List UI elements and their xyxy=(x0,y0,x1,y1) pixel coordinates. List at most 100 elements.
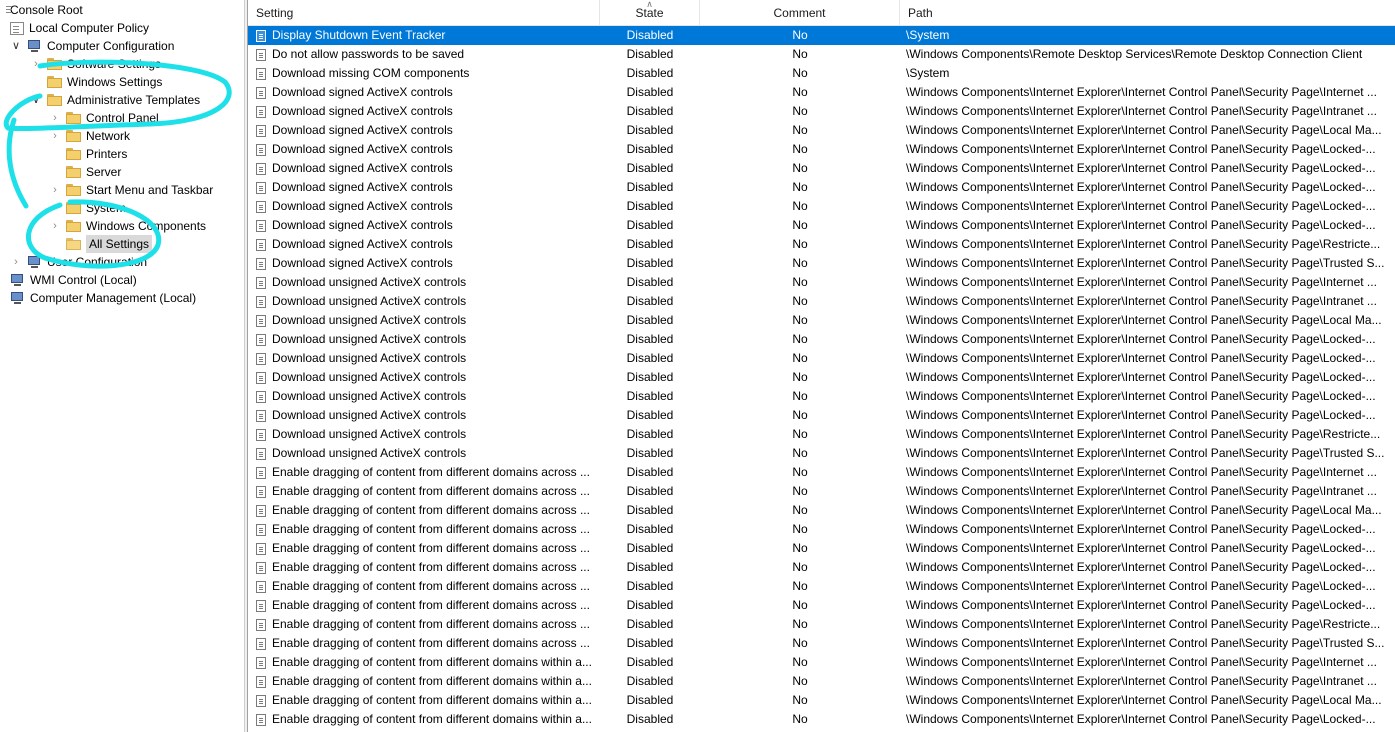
table-row[interactable]: Enable dragging of content from differen… xyxy=(248,691,1395,710)
state-cell: Disabled xyxy=(626,427,674,441)
tree-label: Software Settings xyxy=(67,57,162,71)
table-row[interactable]: Enable dragging of content from differen… xyxy=(248,596,1395,615)
state-cell: Disabled xyxy=(626,484,674,498)
column-header-path[interactable]: Path xyxy=(900,0,1395,25)
table-row[interactable]: Enable dragging of content from differen… xyxy=(248,463,1395,482)
tree-label: User Configuration xyxy=(47,255,148,269)
table-row[interactable]: Enable dragging of content from differen… xyxy=(248,558,1395,577)
table-row[interactable]: Download unsigned ActiveX controls Disabl… xyxy=(248,273,1395,292)
tree-item-user-configuration[interactable]: › User Configuration xyxy=(11,253,147,271)
table-row[interactable]: Download unsigned ActiveX controls Disabl… xyxy=(248,425,1395,444)
comment-cell: No xyxy=(792,180,808,194)
table-row[interactable]: Download signed ActiveX controls Disabled… xyxy=(248,140,1395,159)
setting-cell: Enable dragging of content from differen… xyxy=(256,710,600,729)
column-header-setting[interactable]: Setting xyxy=(248,0,600,25)
setting-name: Do not allow passwords to be saved xyxy=(272,47,465,61)
setting-name: Enable dragging of content from differen… xyxy=(272,712,592,726)
column-header-state[interactable]: ∧ State xyxy=(600,0,700,25)
chevron-right-icon[interactable]: › xyxy=(11,253,21,271)
state-cell: Disabled xyxy=(626,674,674,688)
table-row[interactable]: Download unsigned ActiveX controls Disabl… xyxy=(248,406,1395,425)
column-header-comment[interactable]: Comment xyxy=(700,0,900,25)
tree-item-console-root[interactable]: Console Root xyxy=(4,1,83,19)
table-row[interactable]: Download unsigned ActiveX controls Disabl… xyxy=(248,292,1395,311)
setting-name: Enable dragging of content from differen… xyxy=(272,484,590,498)
setting-name: Download unsigned ActiveX controls xyxy=(272,408,467,422)
tree-item-control-panel[interactable]: › Control Panel xyxy=(50,109,159,127)
table-row[interactable]: Enable dragging of content from differen… xyxy=(248,710,1395,729)
chevron-right-icon[interactable]: › xyxy=(50,217,60,235)
table-row[interactable]: Download signed ActiveX controls Disabled… xyxy=(248,216,1395,235)
setting-cell: Enable dragging of content from differen… xyxy=(256,596,600,615)
table-row[interactable]: Download unsigned ActiveX controls Disabl… xyxy=(248,330,1395,349)
tree-item-computer-management[interactable]: Computer Management (Local) xyxy=(10,289,196,307)
table-row[interactable]: Display Shutdown Event Tracker Disabled No… xyxy=(248,26,1395,45)
table-row[interactable]: Enable dragging of content from differen… xyxy=(248,577,1395,596)
path-cell: \Windows Components\Internet Explorer\In… xyxy=(906,294,1377,308)
table-row[interactable]: Enable dragging of content from differen… xyxy=(248,672,1395,691)
setting-cell: Download signed ActiveX controls xyxy=(256,216,600,235)
table-row[interactable]: Enable dragging of content from differen… xyxy=(248,539,1395,558)
path-cell: \Windows Components\Internet Explorer\In… xyxy=(906,522,1376,536)
path-cell: \Windows Components\Internet Explorer\In… xyxy=(906,351,1376,365)
table-row[interactable]: Download signed ActiveX controls Disabled… xyxy=(248,254,1395,273)
comment-cell: No xyxy=(792,370,808,384)
table-row[interactable]: Enable dragging of content from differen… xyxy=(248,501,1395,520)
setting-cell: Enable dragging of content from differen… xyxy=(256,691,600,710)
chevron-down-icon[interactable]: ∨ xyxy=(31,91,41,109)
tree-item-windows-components[interactable]: › Windows Components xyxy=(50,217,206,235)
table-row[interactable]: Do not allow passwords to be saved Disabl… xyxy=(248,45,1395,64)
chevron-right-icon[interactable]: › xyxy=(50,127,60,145)
tree-item-software-settings[interactable]: › Software Settings xyxy=(31,55,161,73)
setting-name: Download signed ActiveX controls xyxy=(272,85,453,99)
table-row[interactable]: Download unsigned ActiveX controls Disabl… xyxy=(248,349,1395,368)
table-row[interactable]: Download missing COM components Disabled N… xyxy=(248,64,1395,83)
setting-name: Enable dragging of content from differen… xyxy=(272,579,590,593)
table-row[interactable]: Enable dragging of content from differen… xyxy=(248,653,1395,672)
tree-item-server[interactable]: Server xyxy=(50,163,121,181)
chevron-down-icon[interactable]: ∨ xyxy=(11,37,21,55)
tree-item-printers[interactable]: Printers xyxy=(50,145,127,163)
policy-setting-icon xyxy=(256,618,266,631)
table-row[interactable]: Download signed ActiveX controls Disabled… xyxy=(248,159,1395,178)
table-row[interactable]: Download unsigned ActiveX controls Disabl… xyxy=(248,387,1395,406)
comment-cell: No xyxy=(792,674,808,688)
setting-name: Download signed ActiveX controls xyxy=(272,161,453,175)
path-cell: \Windows Components\Remote Desktop Servi… xyxy=(906,47,1363,61)
table-row[interactable]: Download signed ActiveX controls Disabled… xyxy=(248,197,1395,216)
tree-item-network[interactable]: › Network xyxy=(50,127,130,145)
tree-item-all-settings[interactable]: All Settings xyxy=(50,235,153,253)
table-row[interactable]: Download unsigned ActiveX controls Disabl… xyxy=(248,368,1395,387)
setting-cell: Download unsigned ActiveX controls xyxy=(256,406,600,425)
table-row[interactable]: Download signed ActiveX controls Disabled… xyxy=(248,235,1395,254)
table-row[interactable]: Enable dragging of content from differen… xyxy=(248,482,1395,501)
tree-item-administrative-templates[interactable]: ∨ Administrative Templates xyxy=(31,91,200,109)
table-row[interactable]: Enable dragging of content from differen… xyxy=(248,615,1395,634)
chevron-right-icon[interactable]: › xyxy=(50,181,60,199)
comment-cell: No xyxy=(792,294,808,308)
annotation-stroke-left xyxy=(6,117,29,209)
tree-item-windows-settings[interactable]: Windows Settings xyxy=(31,73,162,91)
table-row[interactable]: Download unsigned ActiveX controls Disabl… xyxy=(248,444,1395,463)
path-cell: \Windows Components\Internet Explorer\In… xyxy=(906,389,1376,403)
tree-item-system[interactable]: › System xyxy=(50,199,126,217)
table-row[interactable]: Download unsigned ActiveX controls Disabl… xyxy=(248,311,1395,330)
table-row[interactable]: Download signed ActiveX controls Disabled… xyxy=(248,178,1395,197)
tree-item-computer-configuration[interactable]: ∨ Computer Configuration xyxy=(11,37,174,55)
chevron-right-icon[interactable]: › xyxy=(31,55,41,73)
table-row[interactable]: Download signed ActiveX controls Disabled… xyxy=(248,102,1395,121)
table-row[interactable]: Enable dragging of content from differen… xyxy=(248,634,1395,653)
tree-item-local-computer-policy[interactable]: Local Computer Policy xyxy=(10,19,149,37)
tree-item-start-menu-and-taskbar[interactable]: › Start Menu and Taskbar xyxy=(50,181,213,199)
tree-item-wmi-control[interactable]: WMI Control (Local) xyxy=(10,271,137,289)
chevron-right-icon[interactable]: › xyxy=(50,109,60,127)
table-row[interactable]: Download signed ActiveX controls Disabled… xyxy=(248,121,1395,140)
setting-cell: Enable dragging of content from differen… xyxy=(256,482,600,501)
chevron-right-icon[interactable]: › xyxy=(50,199,60,217)
comment-cell: No xyxy=(792,655,808,669)
table-row[interactable]: Enable dragging of content from differen… xyxy=(248,520,1395,539)
path-cell: \Windows Components\Internet Explorer\In… xyxy=(906,446,1385,460)
path-cell: \Windows Components\Internet Explorer\In… xyxy=(906,655,1377,669)
policy-setting-icon xyxy=(256,219,266,232)
table-row[interactable]: Download signed ActiveX controls Disabled… xyxy=(248,83,1395,102)
